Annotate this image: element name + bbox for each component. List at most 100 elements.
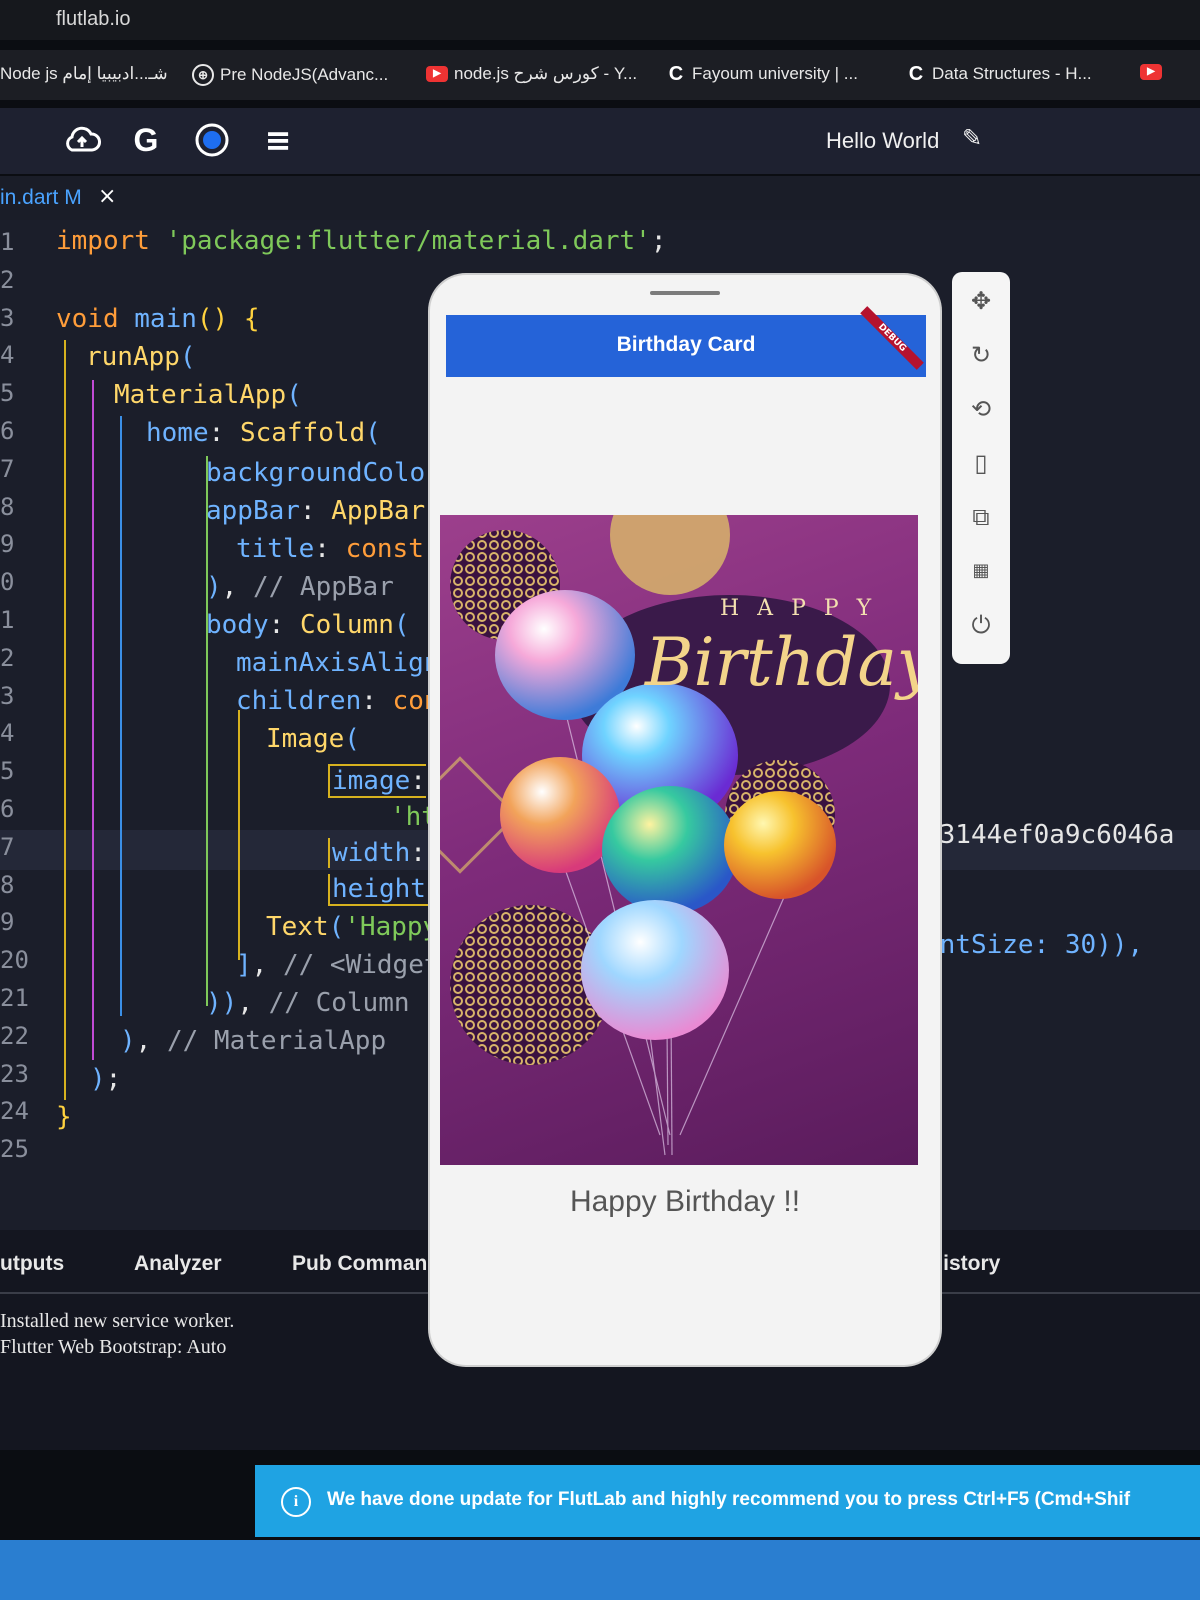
youtube-icon: ▶ [426, 66, 448, 82]
bookmark-item[interactable]: ▶ node.js كورس شرح - Y... [426, 64, 637, 84]
card-birthday-text: Birthday [644, 624, 918, 701]
line-number: 4 [0, 719, 15, 748]
code-line: } [56, 1102, 72, 1132]
code-line: ), // AppBar [206, 572, 394, 602]
indent-guide [64, 340, 66, 1100]
balloons-illustration: HAPPY Birthday [440, 515, 918, 1156]
line-number: 21 [0, 984, 29, 1012]
line-number: 25 [0, 1135, 29, 1164]
code-line: ], // <Widget [236, 950, 440, 980]
menu-icon[interactable]: ≡ [258, 120, 298, 160]
ide-toolbar: G ≡ Hello World ✎ [0, 108, 1200, 174]
line-number: 23 [0, 1059, 29, 1088]
line-number: 8 [0, 870, 15, 899]
bookmarks-bar: Node js شـ...ادبيبيا إمام ⊕ Pre NodeJS(A… [0, 50, 1200, 100]
line-number: 3 [0, 303, 15, 332]
app-bar: Birthday Card DEBUG [446, 306, 926, 377]
line-number: 6 [0, 417, 15, 445]
line-number: 22 [0, 1021, 29, 1050]
close-icon[interactable]: × [98, 184, 116, 209]
project-name[interactable]: Hello World [826, 128, 939, 154]
move-icon[interactable]: ✥ [966, 286, 996, 316]
code-line: appBar: AppBar( [206, 496, 441, 526]
line-number: 1 [0, 606, 15, 634]
youtube-icon: ▶ [1140, 64, 1162, 80]
line-number: 2 [0, 643, 15, 672]
tab-analyzer[interactable]: Analyzer [134, 1252, 222, 1276]
code-line: mainAxisAlign [236, 648, 440, 678]
tab-pub-commands[interactable]: Pub Comman [292, 1252, 427, 1276]
line-number: 4 [0, 341, 15, 370]
rotate-device-icon[interactable]: ⟲ [966, 394, 996, 424]
line-number: 7 [0, 454, 15, 483]
line-number: 20 [0, 946, 29, 975]
birthday-card-image: HAPPY Birthday [440, 515, 918, 1165]
tab-outputs[interactable]: utputs [0, 1252, 64, 1276]
globe-icon: ⊕ [192, 64, 214, 86]
line-number: 0 [0, 568, 15, 597]
code-line: ); [90, 1064, 122, 1094]
output-line: Installed new service worker. [0, 1310, 235, 1332]
device-frame-icon[interactable]: ▯ [966, 448, 996, 478]
code-line: import 'package:flutter/material.dart'; [56, 226, 667, 256]
power-icon[interactable]: ⏻ [966, 610, 996, 640]
line-number: 5 [0, 757, 15, 786]
code-line: image: [328, 764, 426, 798]
birthday-caption: Happy Birthday !! [569, 1185, 801, 1218]
line-number: 9 [0, 908, 15, 937]
code-line: title: const [236, 534, 424, 564]
code-overflow-text: ontSize: 30)), [924, 930, 1144, 960]
drag-handle[interactable] [650, 291, 720, 295]
code-line: backgroundColor [206, 458, 441, 488]
indent-guide [92, 380, 94, 1060]
code-line: MaterialApp( [114, 380, 302, 410]
run-target-icon[interactable] [192, 120, 232, 160]
code-line: width: [328, 838, 426, 868]
bookmark-item[interactable]: C Data Structures - H... [906, 64, 1092, 84]
status-bar [0, 1540, 1200, 1600]
line-number: 24 [0, 1097, 29, 1126]
c-logo-icon: C [668, 63, 684, 85]
code-line: home: Scaffold( [146, 418, 381, 448]
code-line: Image( [266, 724, 360, 754]
browser-tab-title[interactable]: flutlab.io [56, 8, 131, 31]
app-bar-title: Birthday Card [616, 333, 756, 356]
bookmark-item[interactable]: ⊕ Pre NodeJS(Advanc... [192, 64, 388, 86]
code-line: )), // Column [206, 988, 410, 1018]
line-number: 5 [0, 379, 15, 408]
indent-guide [238, 710, 240, 960]
code-line: height: [328, 874, 442, 906]
cloud-upload-icon[interactable] [62, 120, 102, 160]
line-number: 3 [0, 681, 15, 710]
browser-title-bar: flutlab.io [0, 0, 1200, 40]
open-external-icon[interactable]: ⧉ [966, 502, 996, 532]
card-happy-text: HAPPY [720, 596, 889, 621]
line-number: 6 [0, 795, 15, 823]
line-number: 8 [0, 492, 15, 521]
indent-guide [120, 416, 122, 1016]
bookmark-item[interactable]: C Fayoum university | ... [666, 64, 858, 84]
pencil-icon[interactable]: ✎ [962, 124, 982, 152]
line-number: 9 [0, 530, 15, 559]
preview-tools: ✥ ↻ ⟲ ▯ ⧉ ▦ ⏻ [952, 272, 1010, 664]
bookmark-item[interactable]: Node js شـ...ادبيبيا إمام [0, 64, 168, 84]
code-line: body: Column( [206, 610, 410, 640]
line-number: 2 [0, 265, 15, 294]
info-icon: i [281, 1487, 311, 1517]
line-number: 1 [0, 228, 15, 256]
line-number: 7 [0, 832, 15, 861]
indent-guide [206, 456, 208, 1006]
notification-message: We have done update for FlutLab and high… [327, 1489, 1131, 1510]
refresh-icon[interactable]: ↻ [966, 340, 996, 370]
bookmark-item[interactable]: ▶ [1140, 64, 1162, 80]
google-icon[interactable]: G [126, 120, 166, 160]
c-logo-icon: C [908, 63, 924, 85]
device-preview: Birthday Card DEBUG HAPPY Birthday Happy… [430, 275, 940, 1365]
update-notification[interactable]: i We have done update for FlutLab and hi… [255, 1465, 1200, 1537]
code-line: children: con [236, 686, 440, 716]
qr-code-icon[interactable]: ▦ [966, 556, 996, 586]
code-line: void main() { [56, 304, 260, 334]
code-line: Text('Happy [266, 912, 439, 942]
tab-main-dart[interactable]: in.dart M [0, 186, 82, 210]
editor-tab-bar: in.dart M × [0, 176, 1200, 220]
